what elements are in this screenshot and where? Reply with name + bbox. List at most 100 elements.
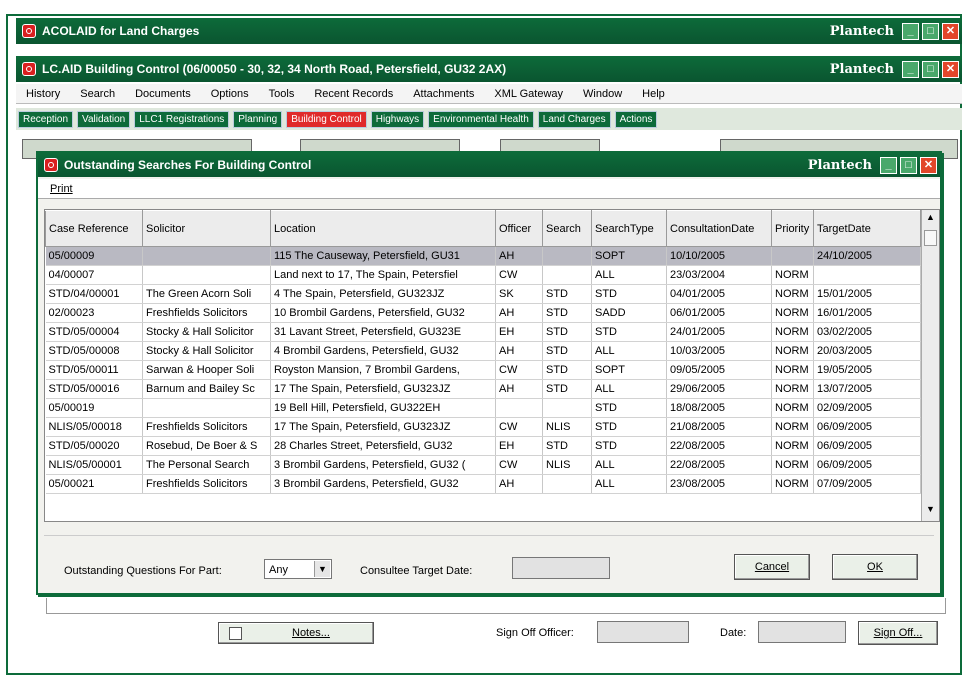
table-row[interactable]: 05/00021 Freshfields Solicitors 3 Brombil …: [45, 474, 921, 494]
vertical-scrollbar[interactable]: ▲ ▼: [921, 210, 939, 521]
part-filter-select[interactable]: Any ▼: [264, 559, 332, 579]
cell-priority: NORM: [771, 303, 814, 323]
table-row[interactable]: 05/00019 19 Bell Hill, Petersfield, GU322…: [45, 398, 921, 418]
column-header-consultation-date[interactable]: ConsultationDate: [666, 210, 772, 247]
cell-solicitor: [142, 265, 271, 285]
menu-attachments[interactable]: Attachments: [413, 88, 474, 100]
date-field[interactable]: [758, 621, 846, 643]
cell-search: [542, 265, 592, 285]
cell-location: Land next to 17, The Spain, Petersfiel: [270, 265, 496, 285]
module-llc1-registrations[interactable]: LLC1 Registrations: [134, 110, 230, 128]
minimize-icon[interactable]: _: [880, 156, 897, 174]
cell-officer: CW: [495, 455, 543, 475]
scroll-up-icon[interactable]: ▲: [923, 212, 938, 227]
table-row[interactable]: 05/00009 115 The Causeway, Petersfield, G…: [45, 246, 921, 266]
menu-recent-records[interactable]: Recent Records: [314, 88, 393, 100]
minimize-icon[interactable]: _: [902, 60, 919, 78]
table-row[interactable]: NLIS/05/00001 The Personal Search 3 Brombi…: [45, 455, 921, 475]
menu-print[interactable]: Print: [50, 183, 73, 195]
cell-priority: NORM: [771, 360, 814, 380]
cell-search: STD: [542, 379, 592, 399]
signoff-officer-field[interactable]: [597, 621, 689, 643]
cell-location: 3 Brombil Gardens, Petersfield, GU32 (: [270, 455, 496, 475]
table-row[interactable]: STD/05/00016 Barnum and Bailey Sc 17 The S…: [45, 379, 921, 399]
close-icon[interactable]: ✕: [920, 156, 937, 174]
chevron-down-icon[interactable]: ▼: [314, 561, 330, 577]
cell-officer: [495, 398, 543, 418]
module-land-charges[interactable]: Land Charges: [537, 110, 611, 128]
minimize-icon[interactable]: _: [902, 22, 919, 40]
scroll-thumb[interactable]: [924, 230, 937, 246]
table-row[interactable]: NLIS/05/00018 Freshfields Solicitors 17 Th…: [45, 417, 921, 437]
menu-options[interactable]: Options: [211, 88, 249, 100]
module-actions[interactable]: Actions: [614, 110, 658, 128]
notes-button[interactable]: Notes...: [218, 622, 374, 644]
cell-case-reference: NLIS/05/00018: [45, 417, 143, 437]
cell-case-reference: NLIS/05/00001: [45, 455, 143, 475]
app-icon: [22, 24, 36, 38]
module-environmental-health[interactable]: Environmental Health: [428, 110, 534, 128]
cell-target-date: 06/09/2005: [813, 436, 921, 456]
cell-case-reference: STD/05/00020: [45, 436, 143, 456]
cell-consultation-date: 29/06/2005: [666, 379, 772, 399]
cell-location: 10 Brombil Gardens, Petersfield, GU32: [270, 303, 496, 323]
maximize-icon[interactable]: □: [900, 156, 917, 174]
close-icon[interactable]: ✕: [942, 60, 959, 78]
dialog-menu-bar: Print: [38, 179, 940, 199]
menu-help[interactable]: Help: [642, 88, 665, 100]
table-row[interactable]: STD/04/00001 The Green Acorn Soli 4 The Sp…: [45, 284, 921, 304]
module-reception[interactable]: Reception: [18, 110, 74, 128]
cell-consultation-date: 23/08/2005: [666, 474, 772, 494]
table-row[interactable]: STD/05/00004 Stocky & Hall Solicitor 31 La…: [45, 322, 921, 342]
column-header-solicitor[interactable]: Solicitor: [142, 210, 271, 247]
sign-off-button[interactable]: Sign Off...: [858, 621, 938, 645]
table-row[interactable]: STD/05/00011 Sarwan & Hooper Soli Royston …: [45, 360, 921, 380]
column-header-officer[interactable]: Officer: [495, 210, 543, 247]
ok-button-label: OK: [867, 561, 883, 573]
table-row[interactable]: STD/05/00020 Rosebud, De Boer & S 28 Charl…: [45, 436, 921, 456]
column-header-case-reference[interactable]: Case Reference: [45, 210, 143, 247]
cell-search-type: SOPT: [591, 360, 667, 380]
table-row[interactable]: 02/00023 Freshfields Solicitors 10 Brombil…: [45, 303, 921, 323]
table-row[interactable]: STD/05/00008 Stocky & Hall Solicitor 4 Bro…: [45, 341, 921, 361]
cell-target-date: 07/09/2005: [813, 474, 921, 494]
column-header-search-type[interactable]: SearchType: [591, 210, 667, 247]
cell-case-reference: 04/00007: [45, 265, 143, 285]
cell-case-reference: 05/00009: [45, 246, 143, 266]
cell-priority: NORM: [771, 322, 814, 342]
column-header-priority[interactable]: Priority: [771, 210, 814, 247]
cell-case-reference: 05/00021: [45, 474, 143, 494]
menu-search[interactable]: Search: [80, 88, 115, 100]
module-planning[interactable]: Planning: [233, 110, 283, 128]
module-building-control[interactable]: Building Control: [286, 110, 367, 128]
module-validation[interactable]: Validation: [77, 110, 131, 128]
maximize-icon[interactable]: □: [922, 60, 939, 78]
menu-documents[interactable]: Documents: [135, 88, 191, 100]
column-header-search[interactable]: Search: [542, 210, 592, 247]
menu-window[interactable]: Window: [583, 88, 622, 100]
cancel-button[interactable]: Cancel: [734, 554, 810, 580]
cell-search-type: STD: [591, 284, 667, 304]
cell-consultation-date: 24/01/2005: [666, 322, 772, 342]
ok-button[interactable]: OK: [832, 554, 918, 580]
menu-tools[interactable]: Tools: [269, 88, 295, 100]
cell-priority: NORM: [771, 379, 814, 399]
cell-location: Royston Mansion, 7 Brombil Gardens,: [270, 360, 496, 380]
menu-xml-gateway[interactable]: XML Gateway: [494, 88, 563, 100]
close-icon[interactable]: ✕: [942, 22, 959, 40]
cell-search: NLIS: [542, 417, 592, 437]
cell-priority: NORM: [771, 417, 814, 437]
cell-search-type: STD: [591, 436, 667, 456]
menu-history[interactable]: History: [26, 88, 60, 100]
outstanding-searches-dialog: Outstanding Searches For Building Contro…: [36, 151, 942, 595]
column-header-location[interactable]: Location: [270, 210, 496, 247]
column-header-target-date[interactable]: TargetDate: [813, 210, 921, 247]
cell-officer: CW: [495, 265, 543, 285]
module-highways[interactable]: Highways: [370, 110, 425, 128]
maximize-icon[interactable]: □: [922, 22, 939, 40]
cell-solicitor: [142, 398, 271, 418]
notes-checkbox[interactable]: [229, 626, 242, 640]
consultee-target-date-field[interactable]: [512, 557, 610, 579]
table-row[interactable]: 04/00007 Land next to 17, The Spain, Pete…: [45, 265, 921, 285]
scroll-down-icon[interactable]: ▼: [923, 504, 938, 519]
